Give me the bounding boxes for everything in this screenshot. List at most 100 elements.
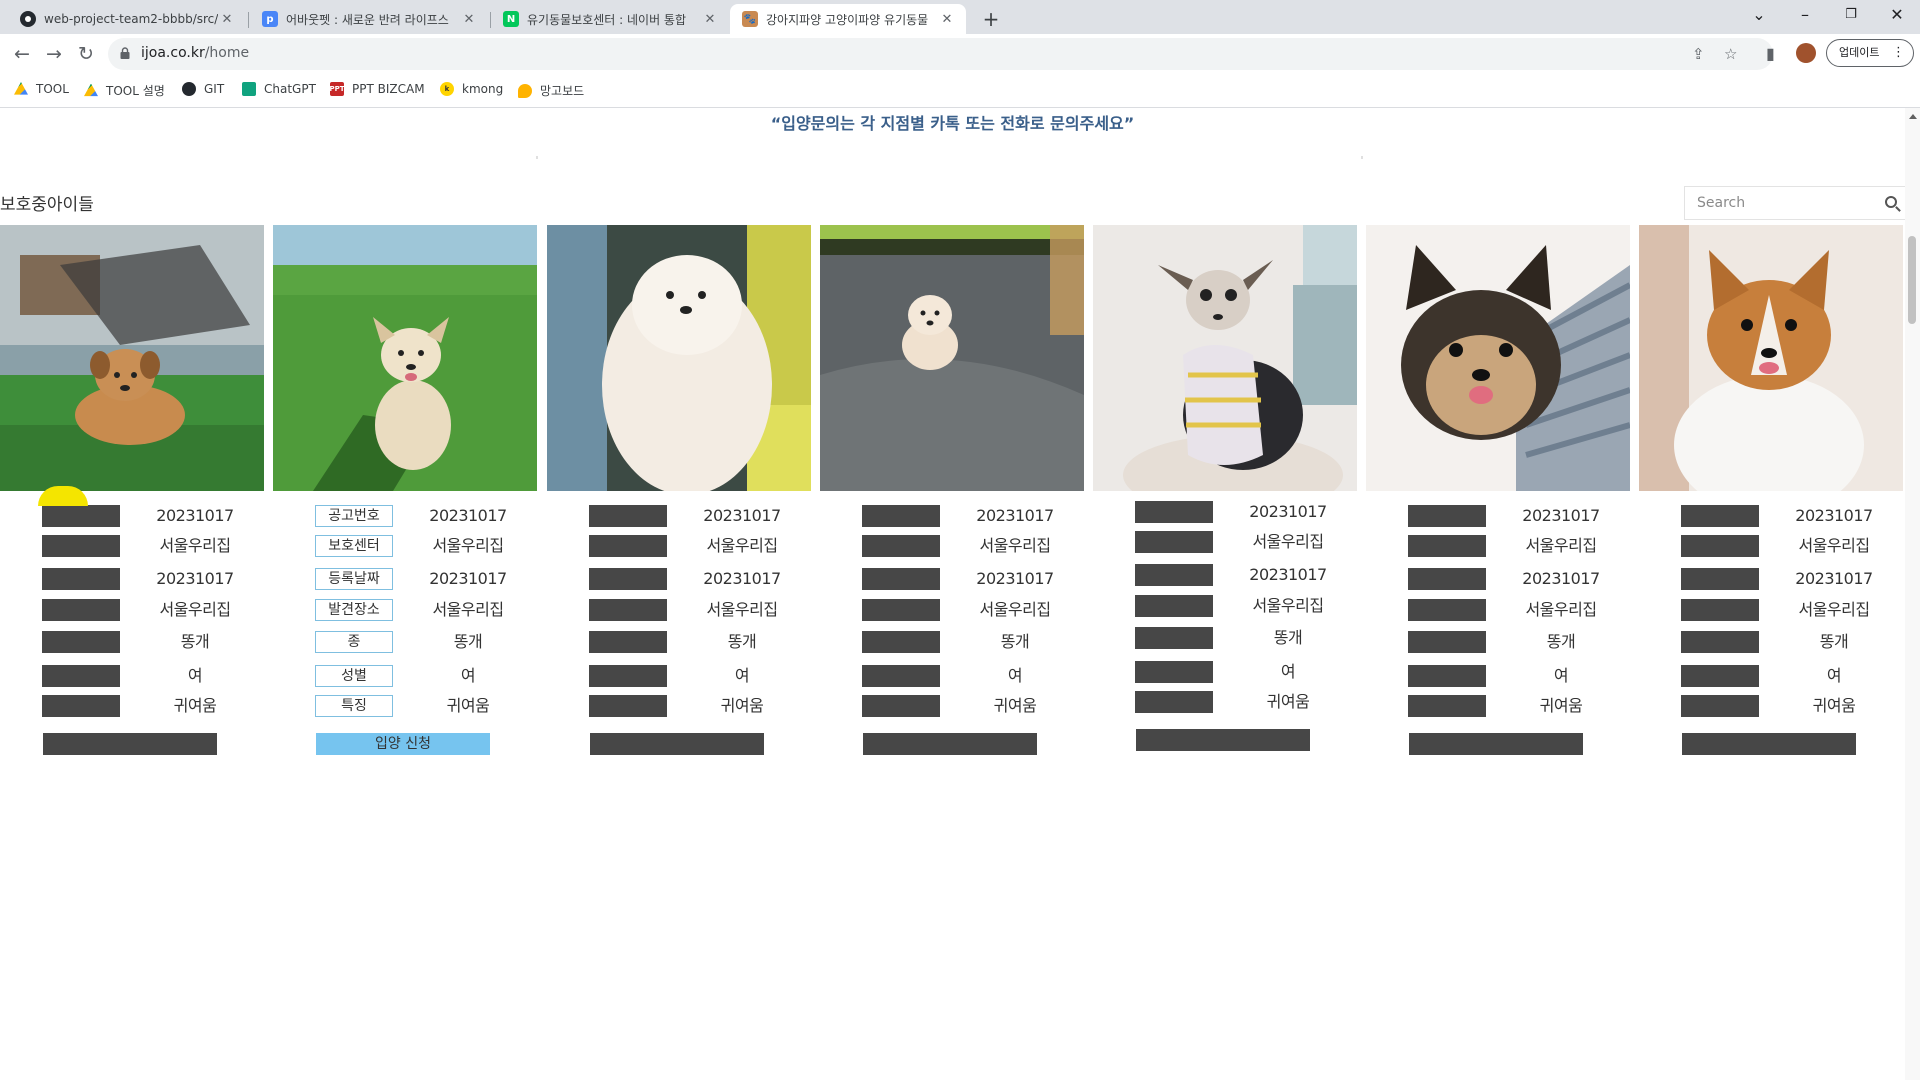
profile-avatar[interactable]: [1796, 43, 1816, 63]
field-value: 서울우리집: [1798, 600, 1870, 619]
star-icon[interactable]: ☆: [1724, 45, 1737, 63]
close-icon[interactable]: ✕: [460, 12, 478, 27]
github-icon: [182, 82, 196, 96]
bookmark-label: ChatGPT: [264, 82, 316, 96]
field-value: 여: [1007, 666, 1023, 685]
bookmark-mangoboard[interactable]: 망고보드: [518, 82, 584, 99]
field-label: 성별: [42, 665, 120, 687]
close-icon[interactable]: ✕: [701, 12, 719, 27]
bookmark-tool[interactable]: TOOL: [14, 82, 69, 96]
pet-photo[interactable]: [0, 225, 264, 491]
adopt-button[interactable]: 입양 신청: [1136, 729, 1310, 751]
field-shelter: 보호센터 서울우리집: [1366, 535, 1630, 557]
bookmark-tool-desc[interactable]: TOOL 설명: [84, 82, 165, 99]
address-bar[interactable]: ijoa.co.kr/home ⇪ ☆: [108, 38, 1773, 70]
field-value: 똥개: [1273, 628, 1303, 647]
field-label: 보호센터: [1408, 535, 1486, 557]
bookmark-git[interactable]: GIT: [182, 82, 224, 96]
field-value: 귀여움: [446, 696, 490, 715]
field-label: 보호센터: [315, 535, 393, 557]
field-value: 똥개: [1819, 632, 1849, 651]
field-shelter: 보호센터 서울우리집: [1639, 535, 1903, 557]
share-icon[interactable]: ⇪: [1692, 45, 1705, 63]
field-breed: 종 똥개: [547, 631, 811, 653]
close-icon[interactable]: ✕: [218, 12, 236, 27]
field-label: 종: [1681, 631, 1759, 653]
adopt-button[interactable]: 입양 신청: [863, 733, 1037, 755]
restore-button[interactable]: ❐: [1828, 0, 1874, 30]
tab-naver[interactable]: N 유기동물보호센터 : 네이버 통합 ✕: [491, 4, 729, 34]
update-button[interactable]: 업데이트 ⋮: [1826, 39, 1914, 67]
bookmark-ppt-bizcam[interactable]: PPT PPT BIZCAM: [329, 82, 425, 96]
bookmark-label: PPT BIZCAM: [352, 82, 425, 96]
field-value: 똥개: [1546, 632, 1576, 651]
forward-arrow-icon[interactable]: →: [40, 40, 68, 68]
field-label: 발견장소: [862, 599, 940, 621]
tab-aboutpet[interactable]: p 어바웃펫 : 새로운 반려 라이프스 ✕: [250, 4, 488, 34]
field-label: 특징: [1408, 695, 1486, 717]
field-value: 똥개: [1000, 632, 1030, 651]
field-value: 서울우리집: [979, 536, 1051, 555]
tab-github[interactable]: web-project-team2-bbbb/src/m ✕: [8, 4, 246, 34]
dog-poodle-on-floor-icon: [820, 225, 1084, 491]
field-value: 똥개: [180, 632, 210, 651]
adopt-button[interactable]: 입양 신청: [43, 733, 217, 755]
field-sex: 성별 여: [547, 665, 811, 687]
url-host: ijoa.co.kr: [141, 45, 205, 61]
tab-title: web-project-team2-bbbb/src/m: [44, 12, 218, 26]
field-reg-date: 등록날짜 20231017: [547, 568, 811, 590]
field-value: 서울우리집: [1252, 596, 1324, 615]
field-feature: 특징 귀여움: [1366, 695, 1630, 717]
pet-photo[interactable]: [547, 225, 811, 491]
tab-ijoa[interactable]: 🐾 강아지파양 고양이파양 유기동물 ✕: [730, 4, 966, 34]
minimize-button[interactable]: –: [1782, 0, 1828, 30]
adopt-button[interactable]: 입양 신청: [316, 733, 490, 755]
new-tab-button[interactable]: +: [978, 6, 1004, 32]
window-close-button[interactable]: ✕: [1874, 0, 1920, 30]
field-label: 발견장소: [42, 599, 120, 621]
pet-photo[interactable]: [273, 225, 537, 491]
adopt-button[interactable]: 입양 신청: [1409, 733, 1583, 755]
field-label: 공고번호: [42, 505, 120, 527]
scrollbar-thumb[interactable]: [1908, 236, 1916, 324]
search-input[interactable]: [1695, 194, 1869, 212]
field-value: 여: [460, 666, 476, 685]
field-found-place: 발견장소 서울우리집: [820, 599, 1084, 621]
pet-photo[interactable]: [1639, 225, 1903, 491]
pet-photo[interactable]: [820, 225, 1084, 491]
field-label: 등록날짜: [862, 568, 940, 590]
tab-search-chevron-icon[interactable]: ⌄: [1736, 0, 1782, 30]
field-label: 공고번호: [589, 505, 667, 527]
field-label: 발견장소: [1135, 595, 1213, 617]
field-label: 특징: [1681, 695, 1759, 717]
field-reg-date: 등록날짜 20231017: [820, 568, 1084, 590]
bookmark-chatgpt[interactable]: ChatGPT: [242, 82, 316, 96]
search-icon[interactable]: [1885, 196, 1897, 208]
adopt-button[interactable]: 입양 신청: [590, 733, 764, 755]
field-value: 서울우리집: [1525, 600, 1597, 619]
field-found-place: 발견장소 서울우리집: [0, 599, 264, 621]
reload-icon[interactable]: ↻: [72, 40, 100, 68]
field-notice-no: 공고번호 20231017: [1366, 505, 1630, 527]
field-label: 성별: [1681, 665, 1759, 687]
field-feature: 특징 귀여움: [1639, 695, 1903, 717]
bookmark-label: TOOL: [36, 82, 69, 96]
bookmark-label: 망고보드: [540, 84, 585, 98]
scroll-up-arrow-icon[interactable]: [1909, 114, 1917, 119]
field-feature: 특징 귀여움: [547, 695, 811, 717]
back-arrow-icon[interactable]: ←: [8, 40, 36, 68]
field-value: 똥개: [727, 632, 757, 651]
field-value: 귀여움: [720, 696, 764, 715]
kmong-icon: k: [440, 82, 454, 96]
side-panel-icon[interactable]: ▮: [1766, 44, 1775, 63]
bookmark-kmong[interactable]: k kmong: [440, 82, 503, 96]
pet-photo[interactable]: [1093, 225, 1357, 491]
url-path: /home: [204, 45, 250, 61]
field-notice-no: 공고번호 20231017: [273, 505, 537, 527]
field-shelter: 보호센터 서울우리집: [547, 535, 811, 557]
close-icon[interactable]: ✕: [938, 12, 956, 27]
adopt-button[interactable]: 입양 신청: [1682, 733, 1856, 755]
chatgpt-icon: [242, 82, 256, 96]
pet-photo[interactable]: [1366, 225, 1630, 491]
field-label: 공고번호: [315, 505, 393, 527]
